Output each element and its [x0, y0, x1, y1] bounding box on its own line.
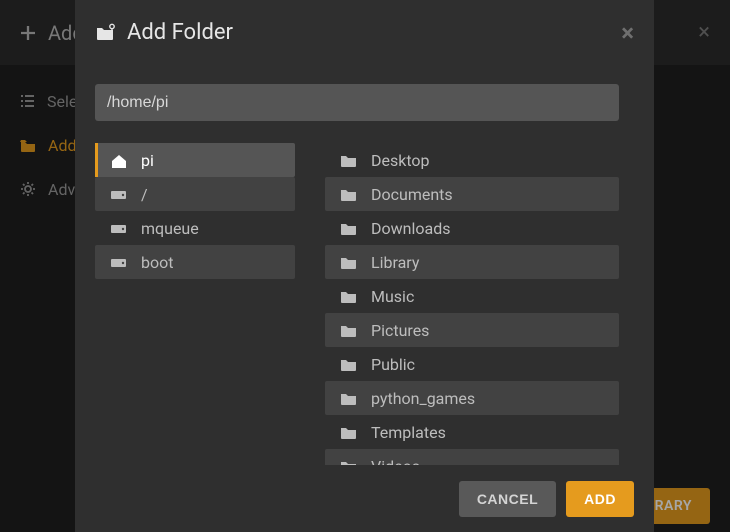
modal-header: Add Folder × [75, 0, 654, 65]
folder-entry[interactable]: Documents [325, 177, 619, 211]
device-entry[interactable]: boot [95, 245, 295, 279]
path-input[interactable] [95, 84, 619, 121]
folder-entry-label: Public [371, 355, 415, 374]
folder-entry-label: Library [371, 253, 419, 272]
folder-entry[interactable]: Templates [325, 415, 619, 449]
add-button[interactable]: ADD [566, 481, 634, 517]
folder-icon [339, 459, 357, 466]
folder-column: Desktop Documents Downloads Library Music Pic… [325, 143, 619, 465]
drive-icon [109, 187, 127, 202]
folder-columns: pi / mqueue boot Desktop Documents Downloads L… [95, 143, 619, 465]
device-entry-label: pi [141, 151, 154, 170]
folder-entry-label: Downloads [371, 219, 450, 238]
folder-icon [339, 357, 357, 372]
device-entry-label: boot [141, 253, 173, 272]
cancel-button[interactable]: CANCEL [459, 481, 556, 517]
device-entry[interactable]: / [95, 177, 295, 211]
folder-entry[interactable]: Videos [325, 449, 619, 465]
folder-icon [339, 221, 357, 236]
folder-icon [339, 289, 357, 304]
drive-icon [109, 255, 127, 270]
folder-icon [339, 425, 357, 440]
device-column: pi / mqueue boot [95, 143, 295, 465]
home-icon [109, 153, 127, 168]
device-entry-label: / [141, 185, 148, 204]
folder-icon [339, 153, 357, 168]
add-folder-modal: Add Folder × pi / mqueue boot Desktop Docume… [75, 0, 654, 532]
folder-entry[interactable]: Library [325, 245, 619, 279]
folder-entry[interactable]: Pictures [325, 313, 619, 347]
folder-icon [339, 323, 357, 338]
folder-entry-label: python_games [371, 389, 475, 408]
folder-entry[interactable]: python_games [325, 381, 619, 415]
modal-scroll-area[interactable]: pi / mqueue boot Desktop Documents Downloads L… [95, 65, 634, 465]
modal-body: pi / mqueue boot Desktop Documents Downloads L… [75, 65, 654, 466]
folder-entry-label: Desktop [371, 151, 430, 170]
modal-footer: CANCEL ADD [75, 466, 654, 532]
device-entry[interactable]: mqueue [95, 211, 295, 245]
folder-entry[interactable]: Public [325, 347, 619, 381]
device-entry[interactable]: pi [95, 143, 295, 177]
folder-entry-label: Documents [371, 185, 453, 204]
folder-entry-label: Templates [371, 423, 446, 442]
modal-title: Add Folder [127, 20, 233, 45]
folder-pin-icon [95, 23, 117, 43]
folder-entry[interactable]: Desktop [325, 143, 619, 177]
modal-close-button[interactable]: × [621, 19, 634, 47]
drive-icon [109, 221, 127, 236]
folder-entry-label: Music [371, 287, 414, 306]
folder-icon [339, 187, 357, 202]
folder-entry-label: Pictures [371, 321, 429, 340]
folder-entry-label: Videos [371, 457, 420, 466]
folder-entry[interactable]: Music [325, 279, 619, 313]
folder-icon [339, 391, 357, 406]
folder-icon [339, 255, 357, 270]
device-entry-label: mqueue [141, 219, 199, 238]
folder-entry[interactable]: Downloads [325, 211, 619, 245]
